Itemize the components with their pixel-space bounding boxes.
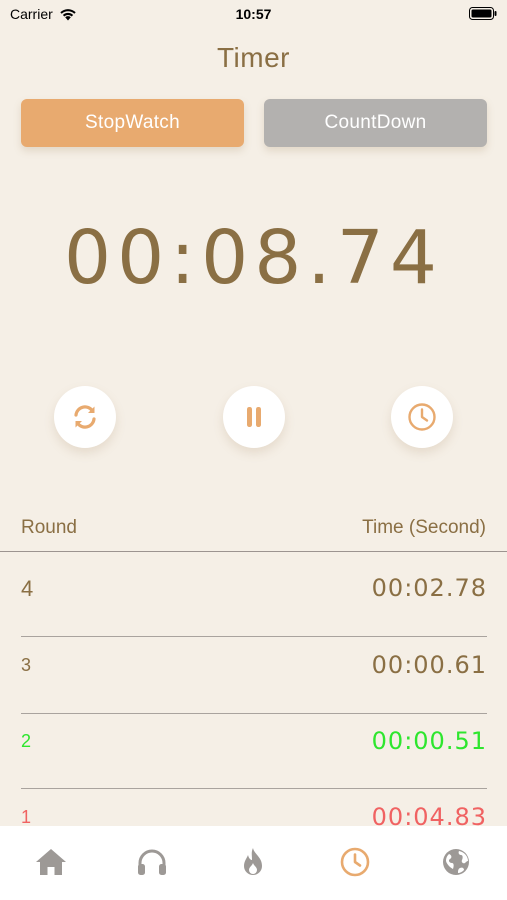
row-divider [21, 636, 487, 637]
tab-timer[interactable] [335, 846, 375, 886]
tab-home[interactable] [31, 846, 71, 886]
page-title: Timer [216, 42, 290, 73]
lap-time: 00:00.61 [371, 651, 487, 679]
reset-button[interactable] [54, 386, 116, 448]
lap-row: 3 00:00.61 [21, 651, 487, 683]
lap-round: 2 [21, 731, 32, 751]
round-column-header: Round [21, 517, 77, 538]
stopwatch-mode-button[interactable]: StopWatch [21, 99, 244, 147]
lap-time: 00:02.78 [371, 574, 487, 602]
status-time: 10:57 [235, 6, 272, 22]
lap-round: 1 [21, 807, 32, 827]
time-column-header: Time (Second) [362, 517, 486, 538]
tab-explore[interactable] [436, 846, 476, 886]
tab-trending[interactable] [233, 846, 273, 886]
battery-icon [469, 7, 497, 20]
clock-icon [408, 403, 436, 431]
header-divider [0, 551, 507, 552]
clock-icon [340, 847, 370, 877]
pause-button[interactable] [223, 386, 285, 448]
home-icon [35, 849, 66, 875]
lap-row: 4 00:02.78 [21, 574, 487, 606]
headphones-icon [138, 849, 167, 875]
globe-icon [443, 849, 470, 875]
lap-button[interactable] [391, 386, 453, 448]
status-bar: Carrier 10:57 [0, 0, 507, 30]
tab-bar [0, 826, 507, 900]
row-divider [21, 713, 487, 714]
lap-round: 3 [21, 655, 32, 675]
lap-round: 4 [21, 576, 34, 601]
tab-audio[interactable] [132, 846, 172, 886]
flame-icon [244, 848, 263, 875]
countdown-mode-button[interactable]: CountDown [264, 99, 487, 147]
refresh-icon [74, 405, 96, 429]
pause-icon [247, 407, 261, 427]
elapsed-time-display: 00:08.74 [64, 215, 443, 301]
row-divider [21, 788, 487, 789]
lap-time: 00:00.51 [371, 727, 487, 755]
lap-row: 2 00:00.51 [21, 727, 487, 759]
